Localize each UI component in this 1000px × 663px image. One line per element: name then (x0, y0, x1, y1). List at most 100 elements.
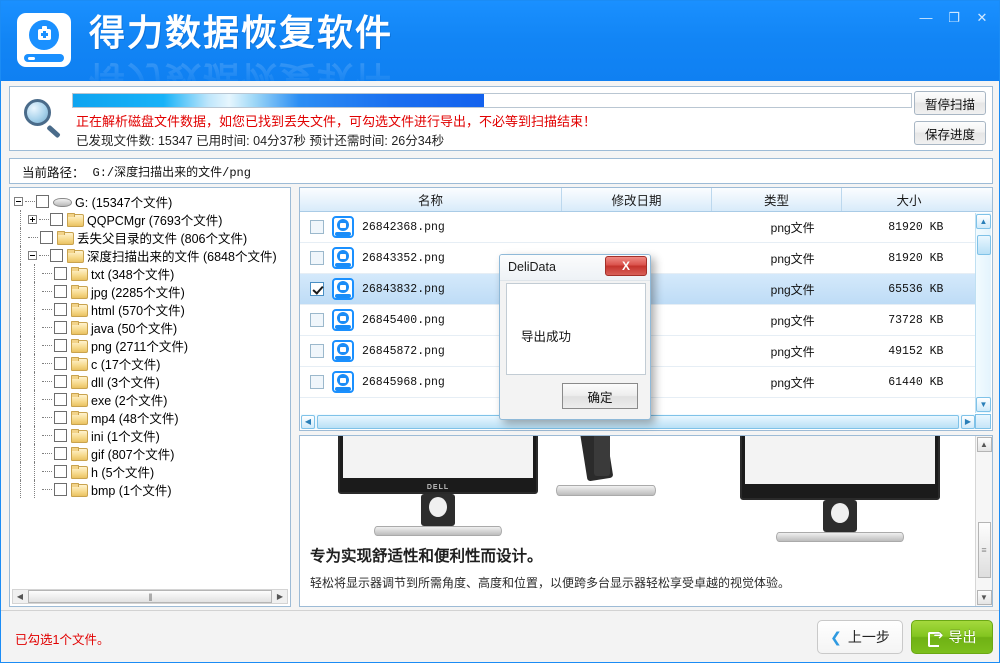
tree-node[interactable]: exe (2个文件) (14, 390, 290, 408)
tree-connector (42, 363, 52, 364)
file-list-scroll-up-button[interactable]: ▲ (976, 214, 991, 229)
tree-node-checkbox[interactable] (54, 285, 67, 298)
tree-node-checkbox[interactable] (54, 429, 67, 442)
tree-node[interactable]: jpg (2285个文件) (14, 282, 290, 300)
tree-connector (42, 453, 52, 454)
tree-node-checkbox[interactable] (54, 411, 67, 424)
column-header-date[interactable]: 修改日期 (562, 188, 712, 211)
tree-node-checkbox[interactable] (50, 213, 63, 226)
preview-scroll-thumb[interactable] (978, 522, 991, 578)
tree-expand-icon[interactable] (28, 215, 37, 224)
tree-node-checkbox[interactable] (54, 321, 67, 334)
app-title: 得力数据恢复软件 (89, 9, 393, 57)
pause-scan-button[interactable]: 暂停扫描 (914, 91, 986, 115)
file-row-checkbox[interactable] (310, 282, 324, 296)
dialog-close-button[interactable]: X (605, 256, 647, 276)
tree-connector (42, 291, 52, 292)
file-row-checkbox[interactable] (310, 375, 324, 389)
previous-step-button[interactable]: ❮ 上一步 (817, 620, 903, 654)
tree-node[interactable]: G: (15347个文件) (14, 192, 290, 210)
file-list-vertical-scrollbar[interactable]: ▲ ▼ (975, 213, 991, 413)
tree-node[interactable]: html (570个文件) (14, 300, 290, 318)
table-row[interactable]: 26842368.pngpng文件81920 KB (300, 212, 975, 243)
tree-connector (42, 345, 52, 346)
file-preview-panel: DELL (299, 435, 993, 607)
folder-icon (71, 429, 86, 442)
drive-icon (53, 195, 70, 208)
tree-connector (42, 399, 52, 400)
monitor-brand-label: DELL (427, 484, 449, 491)
tree-node-label: exe (2个文件) (91, 390, 167, 409)
tree-node-checkbox[interactable] (54, 303, 67, 316)
tree-indent (14, 372, 28, 390)
file-list-scroll-left-button[interactable]: ◀ (301, 415, 315, 429)
tree-node-checkbox[interactable] (50, 249, 63, 262)
file-row-checkbox[interactable] (310, 220, 324, 234)
tree-scroll-left-button[interactable]: ◀ (13, 590, 27, 603)
tree-node[interactable]: txt (348个文件) (14, 264, 290, 282)
scan-statistics-text: 已发现文件数: 15347 已用时间: 04分37秒 预计还需时间: 26分34… (76, 130, 444, 149)
tree-node-label: dll (3个文件) (91, 372, 160, 391)
tree-node[interactable]: mp4 (48个文件) (14, 408, 290, 426)
previous-step-label: 上一步 (848, 627, 890, 647)
tree-node[interactable]: dll (3个文件) (14, 372, 290, 390)
tree-horizontal-scrollbar[interactable]: ◀ ▶ (12, 589, 288, 604)
column-header-name[interactable]: 名称 (300, 188, 562, 211)
file-list-scroll-down-button[interactable]: ▼ (976, 397, 991, 412)
tree-node[interactable]: 深度扫描出来的文件 (6848个文件) (14, 246, 290, 264)
tree-node-checkbox[interactable] (54, 357, 67, 370)
tree-node[interactable]: bmp (1个文件) (14, 480, 290, 498)
tree-node[interactable]: gif (807个文件) (14, 444, 290, 462)
tree-scroll-right-button[interactable]: ▶ (273, 590, 287, 603)
tree-node-checkbox[interactable] (54, 483, 67, 496)
tree-node-checkbox[interactable] (54, 339, 67, 352)
tree-node-checkbox[interactable] (54, 267, 67, 280)
column-header-type[interactable]: 类型 (712, 188, 842, 211)
folder-icon (71, 321, 86, 334)
preview-vertical-scrollbar[interactable]: ▲ ▼ (975, 436, 992, 606)
tree-node[interactable]: h (5个文件) (14, 462, 290, 480)
file-size-cell: 81920 KB (857, 221, 975, 234)
file-type-icon (332, 340, 354, 362)
scan-progress-bar (72, 93, 912, 108)
tree-node-checkbox[interactable] (54, 465, 67, 478)
tree-scroll-thumb[interactable] (28, 590, 272, 603)
tree-node[interactable]: ini (1个文件) (14, 426, 290, 444)
tree-node-label: QQPCMgr (7693个文件) (87, 210, 222, 229)
dialog-ok-button[interactable]: 确定 (562, 383, 638, 409)
export-success-dialog: DeliData X 导出成功 确定 (499, 254, 657, 426)
file-list-scroll-thumb[interactable] (977, 235, 991, 255)
tree-node[interactable]: png (2711个文件) (14, 336, 290, 354)
file-row-checkbox[interactable] (310, 313, 324, 327)
tree-node[interactable]: QQPCMgr (7693个文件) (14, 210, 290, 228)
folder-tree[interactable]: G: (15347个文件)QQPCMgr (7693个文件)丢失父目录的文件 (… (10, 188, 290, 588)
dialog-message: 导出成功 (521, 326, 571, 345)
file-row-checkbox[interactable] (310, 344, 324, 358)
save-progress-button[interactable]: 保存进度 (914, 121, 986, 145)
close-button[interactable]: ✕ (969, 7, 995, 27)
tree-node-checkbox[interactable] (54, 375, 67, 388)
tree-indent (14, 426, 28, 444)
maximize-button[interactable]: ❐ (941, 7, 967, 27)
tree-node-checkbox[interactable] (54, 447, 67, 460)
file-row-checkbox[interactable] (310, 251, 324, 265)
tree-node[interactable]: java (50个文件) (14, 318, 290, 336)
tree-node-checkbox[interactable] (40, 231, 53, 244)
preview-scroll-up-button[interactable]: ▲ (977, 437, 992, 452)
folder-icon (71, 447, 86, 460)
export-button[interactable]: 导出 (911, 620, 993, 654)
tree-indent (14, 480, 28, 498)
file-size-cell: 73728 KB (857, 314, 975, 327)
preview-scroll-down-button[interactable]: ▼ (977, 590, 992, 605)
tree-collapse-icon[interactable] (14, 197, 23, 206)
tree-node[interactable]: c (17个文件) (14, 354, 290, 372)
column-header-size[interactable]: 大小 (842, 188, 976, 211)
tree-node[interactable]: 丢失父目录的文件 (806个文件) (14, 228, 290, 246)
tree-node-checkbox[interactable] (54, 393, 67, 406)
file-type-icon (332, 278, 354, 300)
tree-collapse-icon[interactable] (28, 251, 37, 260)
folder-icon (71, 303, 86, 316)
file-list-scroll-right-button[interactable]: ▶ (961, 415, 975, 429)
minimize-button[interactable]: — (913, 7, 939, 27)
tree-node-checkbox[interactable] (36, 195, 49, 208)
